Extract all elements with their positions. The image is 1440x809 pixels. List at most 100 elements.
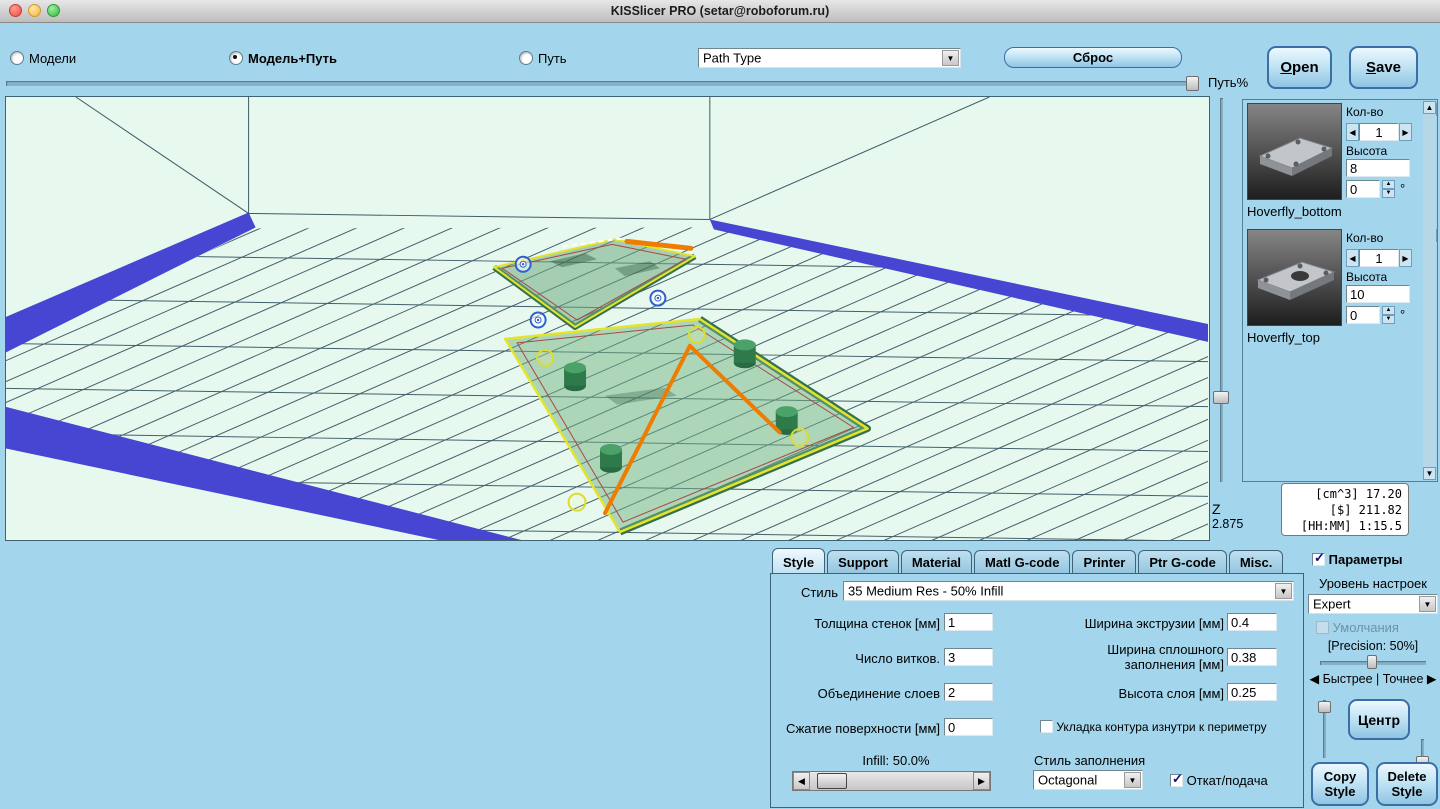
parameters-checkbox-box[interactable]: ✓	[1312, 553, 1325, 566]
solid-infill-width-label: Ширина сплошного заполнения [мм]	[1056, 642, 1224, 672]
dropdown-arrow-icon[interactable]: ▼	[942, 50, 959, 66]
model-list-scrollbar[interactable]: ▲ ▼	[1423, 101, 1436, 480]
dropdown-arrow-icon[interactable]: ▼	[1275, 583, 1292, 599]
tab-printer[interactable]: Printer	[1072, 550, 1136, 574]
model-name: Hoverfly_top	[1247, 330, 1320, 345]
extrusion-width-input[interactable]	[1227, 613, 1277, 631]
count-decrement-icon[interactable]: ◀	[1346, 249, 1359, 267]
save-button[interactable]: Save	[1349, 46, 1418, 89]
angle-spin-down-icon[interactable]: ▼	[1382, 189, 1395, 198]
infill-slider[interactable]: ◀ ▶	[792, 771, 991, 791]
dropdown-arrow-icon[interactable]: ▼	[1419, 596, 1436, 612]
height-label: Высота	[1346, 270, 1423, 284]
reset-button[interactable]: Сброс	[1004, 47, 1182, 68]
finer-arrow-icon[interactable]: ▶	[1427, 672, 1437, 686]
infill-slider-right-icon[interactable]: ▶	[973, 772, 990, 790]
inside-out-checkbox[interactable]: Укладка контура изнутри к периметру	[1040, 720, 1267, 734]
open-button[interactable]: Open	[1267, 46, 1332, 89]
layer-height-input[interactable]	[1227, 683, 1277, 701]
left-vertical-slider-thumb[interactable]	[1318, 701, 1331, 713]
infill-style-dropdown[interactable]: Octagonal ▼	[1033, 770, 1143, 790]
tab-ptr-gcode[interactable]: Ptr G-code	[1138, 550, 1226, 574]
count-increment-icon[interactable]: ▶	[1399, 249, 1412, 267]
wall-thickness-label: Толщина стенок [мм]	[776, 616, 940, 631]
solid-infill-width-input[interactable]	[1227, 648, 1277, 666]
stack-layers-label: Объединение слоев	[776, 686, 940, 701]
speed-tradeoff-label: Быстрее | Точнее	[1323, 672, 1424, 686]
num-loops-input[interactable]	[944, 648, 993, 666]
height-input[interactable]	[1346, 285, 1410, 303]
radio-model-path[interactable]: Модель+Путь	[229, 51, 337, 66]
list-scroll-up-icon[interactable]: ▲	[1423, 101, 1436, 114]
inside-out-checkbox-box[interactable]	[1040, 720, 1053, 733]
dropdown-arrow-icon[interactable]: ▼	[1124, 772, 1141, 788]
z-slider-thumb[interactable]	[1213, 391, 1229, 404]
stat-cost: [$] 211.82	[1288, 502, 1402, 518]
style-preset-dropdown[interactable]: 35 Medium Res - 50% Infill ▼	[843, 581, 1294, 601]
delete-style-button[interactable]: Delete Style	[1376, 762, 1438, 806]
style-preset-value: 35 Medium Res - 50% Infill	[848, 584, 1003, 599]
path-percent-label: Путь%	[1208, 75, 1248, 90]
angle-spin-up-icon[interactable]: ▲	[1382, 180, 1395, 189]
stack-layers-input[interactable]	[944, 683, 993, 701]
skin-shrink-input[interactable]	[944, 718, 993, 736]
center-button[interactable]: Центр	[1348, 699, 1410, 740]
angle-spin-up-icon[interactable]: ▲	[1382, 306, 1395, 315]
path-type-value: Path Type	[703, 51, 761, 66]
layer-height-label: Высота слоя [мм]	[1036, 686, 1224, 701]
tab-style[interactable]: Style	[772, 548, 825, 574]
destring-checkbox[interactable]: ✓ Откат/подача	[1170, 773, 1268, 788]
height-label: Высота	[1346, 144, 1423, 158]
settings-tabs: Style Support Material Matl G-code Print…	[772, 547, 1285, 574]
settings-level-value: Expert	[1313, 597, 1351, 612]
count-decrement-icon[interactable]: ◀	[1346, 123, 1359, 141]
precision-slider-thumb[interactable]	[1367, 655, 1377, 669]
copy-style-button[interactable]: Copy Style	[1311, 762, 1369, 806]
extrusion-width-label: Ширина экструзии [мм]	[1036, 616, 1224, 631]
angle-spin-down-icon[interactable]: ▼	[1382, 315, 1395, 324]
infill-style-label: Стиль заполнения	[1034, 753, 1145, 768]
num-loops-label: Число витков.	[776, 651, 940, 666]
degree-label: °	[1400, 307, 1405, 322]
angle-input[interactable]	[1346, 180, 1380, 198]
parameters-checkbox[interactable]: ✓ Параметры	[1312, 552, 1402, 567]
speed-precision-tradeoff[interactable]: ◀ Быстрее | Точнее ▶	[1304, 671, 1440, 686]
viewport-3d[interactable]	[5, 96, 1210, 541]
tab-material[interactable]: Material	[901, 550, 972, 574]
defaults-checkbox-box	[1316, 621, 1329, 634]
z-slider-track[interactable]	[1220, 98, 1223, 482]
infill-slider-left-icon[interactable]: ◀	[793, 772, 810, 790]
radio-model-path-circle-icon	[229, 51, 243, 65]
infill-slider-thumb[interactable]	[817, 773, 847, 789]
z-value: 2.875	[1212, 517, 1243, 531]
radio-models-circle-icon	[10, 51, 24, 65]
count-input[interactable]	[1359, 123, 1399, 141]
tab-support[interactable]: Support	[827, 550, 899, 574]
path-percent-slider-track[interactable]	[6, 81, 1199, 86]
radio-models-label: Модели	[29, 51, 76, 66]
wall-thickness-input[interactable]	[944, 613, 993, 631]
parameters-checkbox-label: Параметры	[1329, 552, 1403, 567]
model-thumbnail[interactable]	[1247, 229, 1342, 326]
radio-path[interactable]: Путь	[519, 51, 567, 66]
infill-percent-label: Infill: 50.0%	[806, 753, 986, 768]
radio-model-path-label: Модель+Путь	[248, 51, 337, 66]
window-title: KISSlicer PRO (setar@roboforum.ru)	[0, 0, 1440, 22]
count-increment-icon[interactable]: ▶	[1399, 123, 1412, 141]
height-input[interactable]	[1346, 159, 1410, 177]
path-percent-slider-thumb[interactable]	[1186, 76, 1199, 91]
settings-level-dropdown[interactable]: Expert ▼	[1308, 594, 1438, 614]
tab-matl-gcode[interactable]: Matl G-code	[974, 550, 1070, 574]
faster-arrow-icon[interactable]: ◀	[1309, 672, 1319, 686]
infill-style-value: Octagonal	[1038, 773, 1097, 788]
count-input[interactable]	[1359, 249, 1399, 267]
destring-checkbox-box[interactable]: ✓	[1170, 774, 1183, 787]
path-type-dropdown[interactable]: Path Type ▼	[698, 48, 961, 68]
settings-level-label: Уровень настроек	[1308, 576, 1438, 591]
radio-models[interactable]: Модели	[10, 51, 76, 66]
list-scroll-down-icon[interactable]: ▼	[1423, 467, 1436, 480]
tab-misc[interactable]: Misc.	[1229, 550, 1284, 574]
angle-input[interactable]	[1346, 306, 1380, 324]
stat-volume: [cm^3] 17.20	[1288, 486, 1402, 502]
model-thumbnail[interactable]	[1247, 103, 1342, 200]
